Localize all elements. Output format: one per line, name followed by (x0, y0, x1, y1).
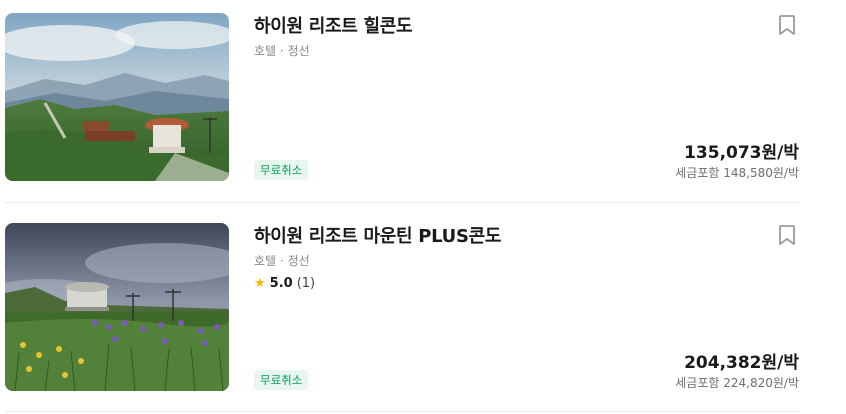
listing-meta: 호텔 · 정선 (254, 42, 310, 59)
meta-separator: · (279, 44, 284, 58)
free-cancel-badge: 무료취소 (254, 160, 309, 180)
price-per-night: 135,073원/박 (684, 143, 799, 163)
category-label: 호텔 (254, 254, 277, 268)
rating-score: 5.0 (269, 276, 293, 291)
divider (5, 411, 799, 412)
free-cancel-badge: 무료취소 (254, 370, 309, 390)
rating-count: (1) (296, 276, 316, 291)
listing-meta: 호텔 · 정선 (254, 252, 310, 269)
bookmark-icon[interactable] (777, 14, 797, 36)
category-label: 호텔 (254, 44, 277, 58)
listing-list: 하이원 리조트 힐콘도 호텔 · 정선 무료취소 135,073원/박 세금포함… (0, 0, 846, 414)
listing-title[interactable]: 하이원 리조트 마운틴 PLUS콘도 (254, 222, 501, 248)
listing-card[interactable]: 하이원 리조트 마운틴 PLUS콘도 호텔 · 정선 ★ 5.0 (1) 무료취… (0, 210, 846, 410)
price-with-tax: 세금포함 148,580원/박 (675, 166, 799, 180)
listing-card[interactable]: 하이원 리조트 힐콘도 호텔 · 정선 무료취소 135,073원/박 세금포함… (0, 0, 846, 200)
listing-title[interactable]: 하이원 리조트 힐콘도 (254, 12, 413, 38)
meta-separator: · (279, 254, 284, 268)
price-with-tax: 세금포함 224,820원/박 (675, 376, 799, 390)
divider (5, 202, 799, 203)
listing-photo[interactable] (5, 13, 229, 181)
listing-photo[interactable] (5, 223, 229, 391)
star-icon: ★ (254, 276, 266, 291)
bookmark-icon[interactable] (777, 224, 797, 246)
location-label: 정선 (287, 44, 310, 58)
price-per-night: 204,382원/박 (684, 353, 799, 373)
rating: ★ 5.0 (1) (254, 276, 315, 291)
location-label: 정선 (287, 254, 310, 268)
